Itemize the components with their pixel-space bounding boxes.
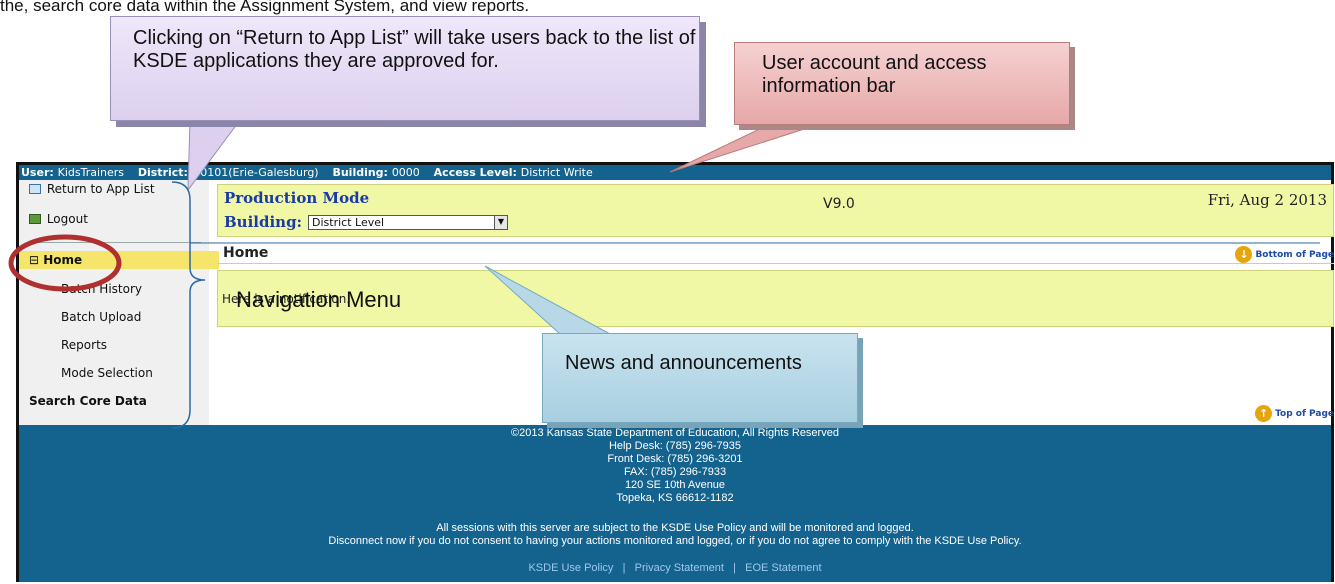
building-label: Building: — [332, 166, 388, 179]
navigation-menu: Return to App List Logout ⊟ Home Batch H… — [19, 180, 219, 425]
access-level-label: Access Level: — [433, 166, 517, 179]
top-of-page-link[interactable]: ↑ Top of Page — [1255, 405, 1334, 422]
privacy-statement-link[interactable]: Privacy Statement — [635, 562, 724, 574]
policy-note-2: Disconnect now if you do not consent to … — [328, 535, 1022, 547]
current-date: Fri, Aug 2 2013 — [1207, 191, 1327, 209]
top-of-page-label: Top of Page — [1275, 409, 1334, 419]
eoe-statement-link[interactable]: EOE Statement — [745, 562, 821, 574]
page-title: Home — [223, 245, 269, 261]
fax-text: FAX: (785) 296-7933 — [623, 466, 727, 478]
sidebar-item-home[interactable]: ⊟ Home — [19, 251, 219, 269]
return-to-app-list-label: Return to App List — [46, 182, 155, 196]
mode-header: Production Mode Building: District Level… — [217, 184, 1334, 237]
address-line-1: 120 SE 10th Avenue — [624, 479, 726, 491]
bottom-of-page-link[interactable]: ↓ Bottom of Page — [1235, 246, 1334, 263]
help-desk-text: Help Desk: (785) 296-7935 — [608, 440, 742, 452]
front-desk-text: Front Desk: (785) 296-3201 — [607, 453, 743, 465]
collapse-icon[interactable]: ⊟ — [29, 253, 39, 267]
logout-label: Logout — [46, 212, 88, 226]
footer-separator: | — [622, 562, 626, 574]
sidebar-item-label: Search Core Data — [29, 394, 147, 408]
logout-icon — [29, 214, 41, 224]
chevron-down-icon[interactable]: ▼ — [494, 215, 508, 230]
sidebar-item-label: Batch Upload — [61, 310, 142, 324]
sidebar-item-label: Batch History — [61, 282, 142, 296]
district-label: District: — [137, 166, 188, 179]
app-list-icon — [29, 184, 41, 194]
user-value: KidsTrainers — [57, 166, 125, 179]
building-select[interactable]: District Level ▼ — [308, 215, 508, 230]
navigation-menu-label: Navigation Menu — [236, 287, 402, 312]
arrow-down-icon: ↓ — [1235, 246, 1253, 263]
user-label: User: — [21, 166, 54, 179]
building-select-label: Building: — [224, 213, 303, 231]
arrow-up-icon: ↑ — [1255, 405, 1273, 422]
address-line-2: Topeka, KS 66612-1182 — [616, 492, 734, 504]
sidebar-item-home-label: Home — [43, 253, 83, 267]
sidebar-item-label: Mode Selection — [61, 366, 153, 380]
sidebar-item-search-core-data[interactable]: Search Core Data — [19, 392, 219, 410]
callout-user-account-bar: User account and access information bar — [734, 42, 1070, 125]
footer: ©2013 Kansas State Department of Educati… — [19, 425, 1331, 582]
access-level-value: District Write — [520, 166, 593, 179]
production-mode-title: Production Mode — [224, 189, 370, 207]
ksde-use-policy-link[interactable]: KSDE Use Policy — [528, 562, 613, 574]
district-value: D0101(Erie-Galesburg) — [191, 166, 319, 179]
callout-news-announcements: News and announcements — [542, 333, 858, 423]
copyright-text: ©2013 Kansas State Department of Educati… — [511, 427, 839, 439]
user-access-bar: User: KidsTrainers District: D0101(Erie-… — [19, 165, 1331, 180]
policy-note-1: All sessions with this server are subjec… — [436, 522, 914, 534]
sidebar-item-label: Reports — [61, 338, 108, 352]
bottom-of-page-label: Bottom of Page — [1255, 250, 1334, 260]
title-divider — [217, 263, 1334, 264]
return-to-app-list-link[interactable]: Return to App List — [19, 180, 219, 198]
footer-separator: | — [733, 562, 736, 574]
logout-link[interactable]: Logout — [19, 210, 219, 228]
sidebar-divider — [29, 242, 201, 243]
building-value: 0000 — [391, 166, 420, 179]
callout-return-to-app-list: Clicking on “Return to App List” will ta… — [110, 16, 700, 121]
building-select-value: District Level — [312, 216, 385, 229]
footer-links: KSDE Use Policy | Privacy Statement | EO… — [19, 562, 1331, 575]
version-label: V9.0 — [823, 196, 855, 212]
